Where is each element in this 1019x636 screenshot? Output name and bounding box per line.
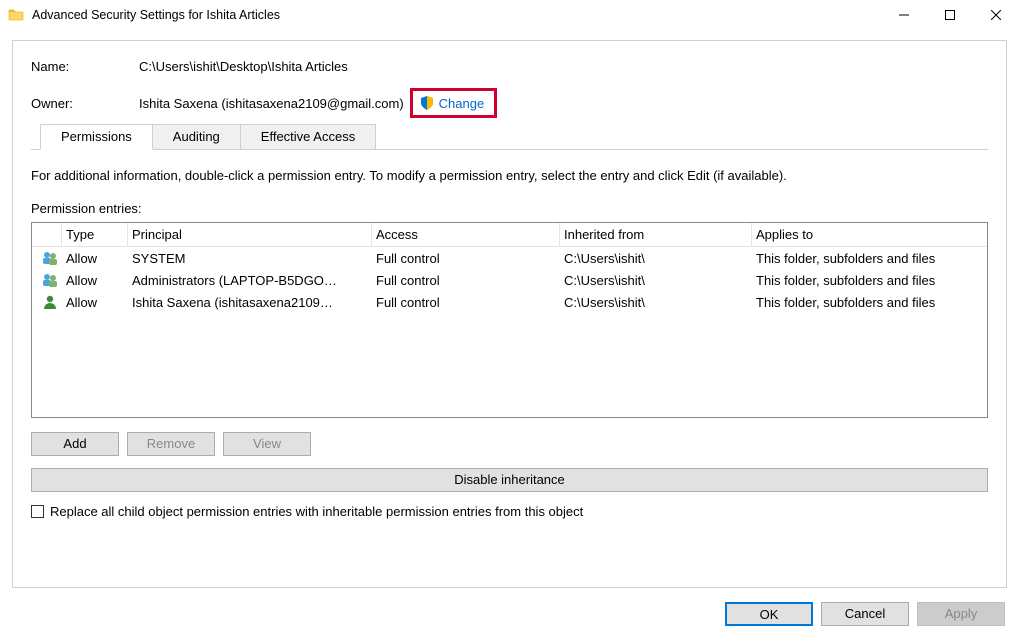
replace-child-checkbox[interactable]: [31, 505, 44, 518]
tab-strip: Permissions Auditing Effective Access: [31, 124, 988, 150]
table-row[interactable]: AllowAdministrators (LAPTOP-B5DGO…Full c…: [32, 269, 987, 291]
principal-icon: [42, 272, 58, 288]
footer-buttons: OK Cancel Apply: [725, 602, 1005, 626]
cell-access: Full control: [372, 249, 560, 268]
name-label: Name:: [31, 59, 139, 74]
cell-principal: Administrators (LAPTOP-B5DGO…: [128, 271, 372, 290]
cell-applies: This folder, subfolders and files: [752, 271, 987, 290]
tab-auditing[interactable]: Auditing: [152, 124, 241, 150]
cell-principal: SYSTEM: [128, 249, 372, 268]
replace-child-label[interactable]: Replace all child object permission entr…: [50, 504, 583, 519]
cell-applies: This folder, subfolders and files: [752, 293, 987, 312]
tab-permissions[interactable]: Permissions: [40, 124, 153, 150]
col-access[interactable]: Access: [372, 223, 560, 246]
uac-shield-icon: [419, 95, 435, 111]
owner-label: Owner:: [31, 96, 139, 111]
remove-button[interactable]: Remove: [127, 432, 215, 456]
cell-type: Allow: [62, 271, 128, 290]
cell-inherited: C:\Users\ishit\: [560, 293, 752, 312]
change-owner-link[interactable]: Change: [439, 96, 485, 111]
table-row[interactable]: AllowSYSTEMFull controlC:\Users\ishit\Th…: [32, 247, 987, 269]
window-title: Advanced Security Settings for Ishita Ar…: [32, 8, 280, 22]
folder-icon: [8, 7, 24, 23]
apply-button[interactable]: Apply: [917, 602, 1005, 626]
col-principal[interactable]: Principal: [128, 223, 372, 246]
cell-inherited: C:\Users\ishit\: [560, 271, 752, 290]
info-text: For additional information, double-click…: [31, 168, 988, 183]
col-type[interactable]: Type: [62, 223, 128, 246]
tab-body: For additional information, double-click…: [13, 150, 1006, 531]
cell-access: Full control: [372, 293, 560, 312]
permission-entries-table[interactable]: Type Principal Access Inherited from App…: [31, 222, 988, 418]
cell-type: Allow: [62, 249, 128, 268]
cell-access: Full control: [372, 271, 560, 290]
change-owner-highlight: Change: [410, 88, 498, 118]
titlebar: Advanced Security Settings for Ishita Ar…: [0, 0, 1019, 30]
entries-label: Permission entries:: [31, 201, 988, 216]
table-row[interactable]: AllowIshita Saxena (ishitasaxena2109…Ful…: [32, 291, 987, 313]
cell-principal: Ishita Saxena (ishitasaxena2109…: [128, 293, 372, 312]
table-header: Type Principal Access Inherited from App…: [32, 223, 987, 247]
add-button[interactable]: Add: [31, 432, 119, 456]
disable-inheritance-button[interactable]: Disable inheritance: [31, 468, 988, 492]
cancel-button[interactable]: Cancel: [821, 602, 909, 626]
principal-icon: [42, 250, 58, 266]
close-button[interactable]: [973, 0, 1019, 30]
owner-value: Ishita Saxena (ishitasaxena2109@gmail.co…: [139, 96, 404, 111]
minimize-button[interactable]: [881, 0, 927, 30]
col-applies[interactable]: Applies to: [752, 223, 987, 246]
tab-effective-access[interactable]: Effective Access: [240, 124, 376, 150]
col-inherited[interactable]: Inherited from: [560, 223, 752, 246]
maximize-button[interactable]: [927, 0, 973, 30]
name-value: C:\Users\ishit\Desktop\Ishita Articles: [139, 59, 348, 74]
cell-applies: This folder, subfolders and files: [752, 249, 987, 268]
cell-inherited: C:\Users\ishit\: [560, 249, 752, 268]
ok-button[interactable]: OK: [725, 602, 813, 626]
principal-icon: [42, 294, 58, 310]
cell-type: Allow: [62, 293, 128, 312]
content-frame: Name: C:\Users\ishit\Desktop\Ishita Arti…: [12, 40, 1007, 588]
view-button[interactable]: View: [223, 432, 311, 456]
